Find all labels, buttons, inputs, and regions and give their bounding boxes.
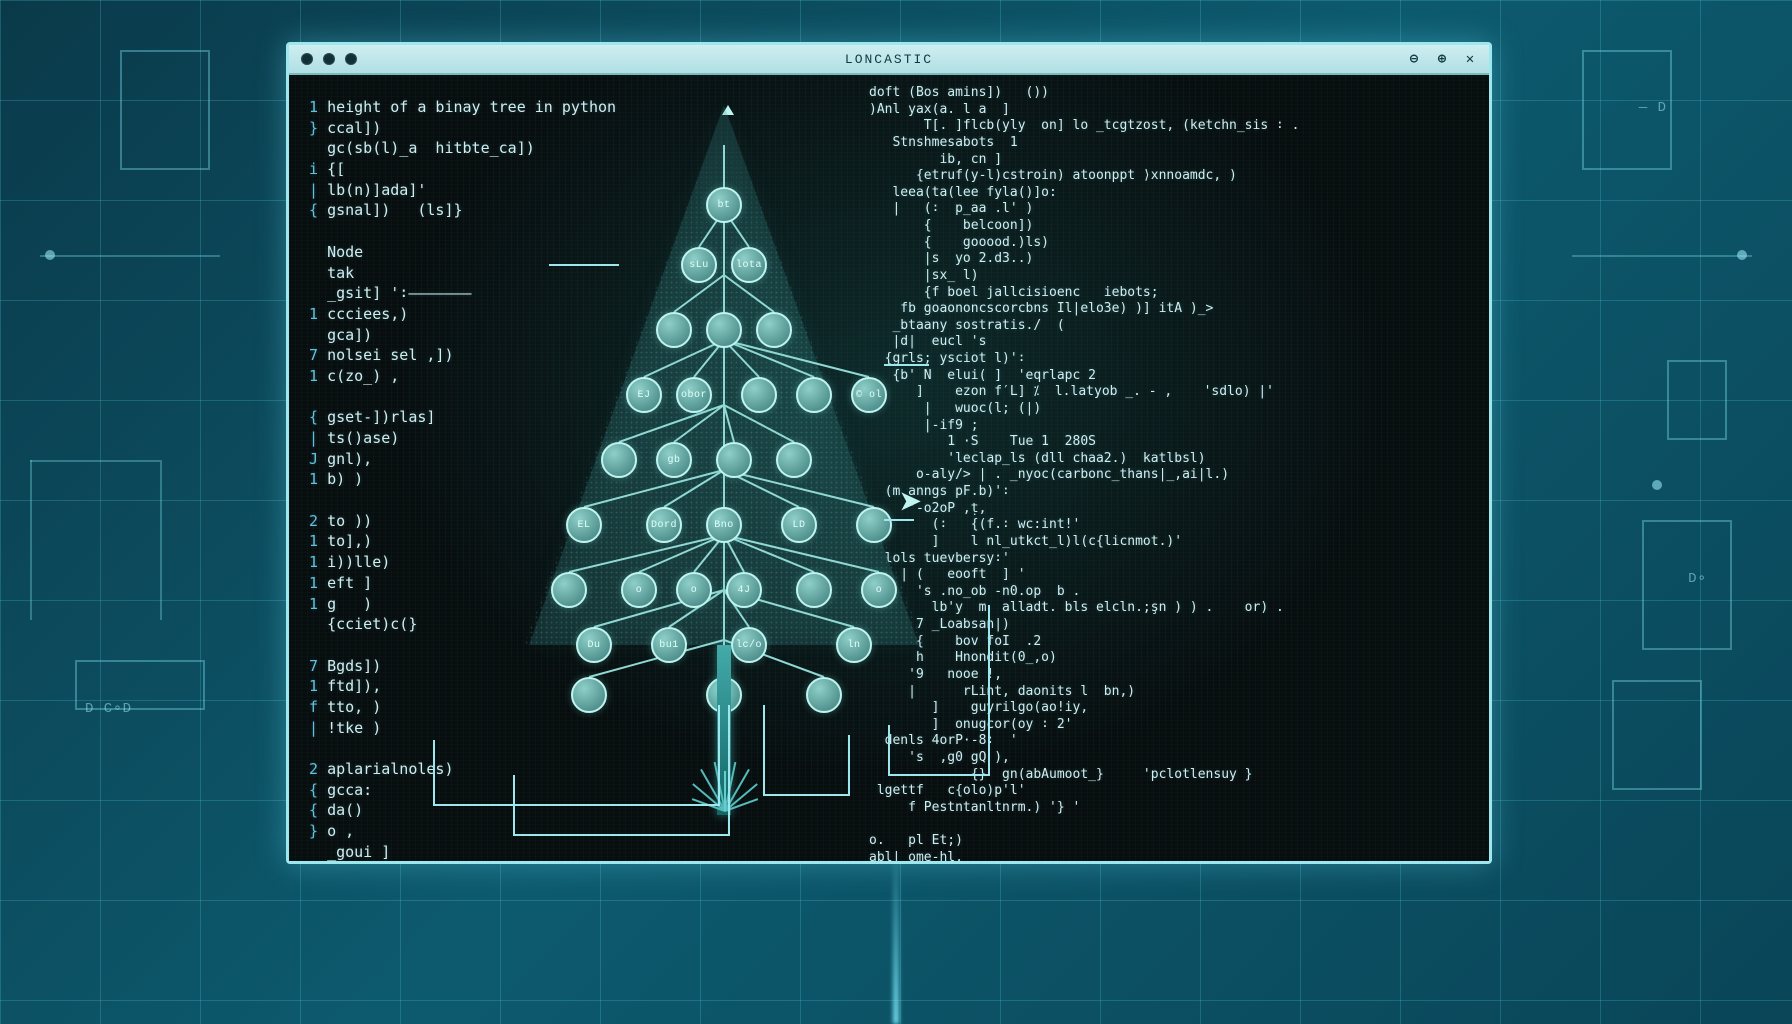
window-title: LONCASTIC (845, 52, 933, 67)
tree-node: lc/o (731, 627, 767, 663)
tree-node: o (621, 572, 657, 608)
traffic-dot-2[interactable] (323, 53, 335, 65)
binary-tree-diagram: btsLulotaEJobor© olgbELDordBnoLDoo4JoDub… (524, 105, 924, 815)
tree-roots (594, 769, 854, 819)
bg-glow (893, 844, 899, 1024)
tree-node (601, 442, 637, 478)
bg-deco-line (30, 460, 160, 462)
titlebar[interactable]: LONCASTIC ⊖ ⊕ ✕ (289, 45, 1489, 75)
tree-node: LD (781, 507, 817, 543)
close-button-icon[interactable]: ✕ (1461, 50, 1479, 68)
tree-node (796, 377, 832, 413)
tree-node: 4J (726, 572, 762, 608)
tree-node (756, 312, 792, 348)
bg-label: D C∘D (85, 700, 132, 717)
arrow-up-icon (722, 105, 734, 115)
traffic-lights (301, 53, 357, 65)
tree-node: o (676, 572, 712, 608)
bg-deco-dot (1737, 250, 1747, 260)
bg-deco-box (1642, 520, 1732, 650)
app-window: LONCASTIC ⊖ ⊕ ✕ 1 height of a binay tree… (286, 42, 1492, 864)
tree-node: sLu (681, 247, 717, 283)
tree-node: bu1 (651, 627, 687, 663)
traffic-dot-3[interactable] (345, 53, 357, 65)
tree-node (806, 677, 842, 713)
bg-label: — D (1639, 100, 1667, 116)
bg-deco-line (30, 460, 32, 620)
bg-deco-line (1572, 255, 1752, 257)
tree-node (656, 312, 692, 348)
tree-node (706, 677, 742, 713)
maximize-button-icon[interactable]: ⊕ (1433, 50, 1451, 68)
traffic-dot-1[interactable] (301, 53, 313, 65)
tree-node: EL (566, 507, 602, 543)
tree-node (571, 677, 607, 713)
tree-texture (524, 105, 924, 645)
code-right-panel: doft (Bos amins]) ()) )Anl yax(a. l a ] … (869, 85, 1449, 861)
bg-label: D∘ (1688, 570, 1707, 587)
tree-node: obor (676, 377, 712, 413)
bg-deco-line (40, 255, 220, 257)
bg-deco-box (120, 50, 210, 170)
arrow-right-icon: ➤ (899, 480, 923, 529)
bg-deco-box (1667, 360, 1727, 440)
tree-triangle-bg (529, 105, 919, 645)
tree-node (741, 377, 777, 413)
tree-node: Du (576, 627, 612, 663)
code-left-panel: 1 height of a binay tree in python } cca… (309, 97, 569, 861)
tree-node: ln (836, 627, 872, 663)
tree-edges (524, 105, 924, 815)
bg-deco-dot (45, 250, 55, 260)
minimize-button-icon[interactable]: ⊖ (1405, 50, 1423, 68)
tree-node: lota (731, 247, 767, 283)
tree-node: bt (706, 187, 742, 223)
bg-deco-box (1612, 680, 1702, 790)
window-controls: ⊖ ⊕ ✕ (1405, 50, 1479, 68)
tree-node: Dord (646, 507, 682, 543)
bg-deco-line (160, 460, 162, 620)
tree-node: EJ (626, 377, 662, 413)
tree-node (796, 572, 832, 608)
tree-node: Bno (706, 507, 742, 543)
bg-deco-dot (1652, 480, 1662, 490)
editor-content: 1 height of a binay tree in python } cca… (289, 75, 1489, 861)
tree-node (776, 442, 812, 478)
tree-node (716, 442, 752, 478)
tree-node: gb (656, 442, 692, 478)
tree-trunk (717, 645, 731, 815)
tree-node (706, 312, 742, 348)
